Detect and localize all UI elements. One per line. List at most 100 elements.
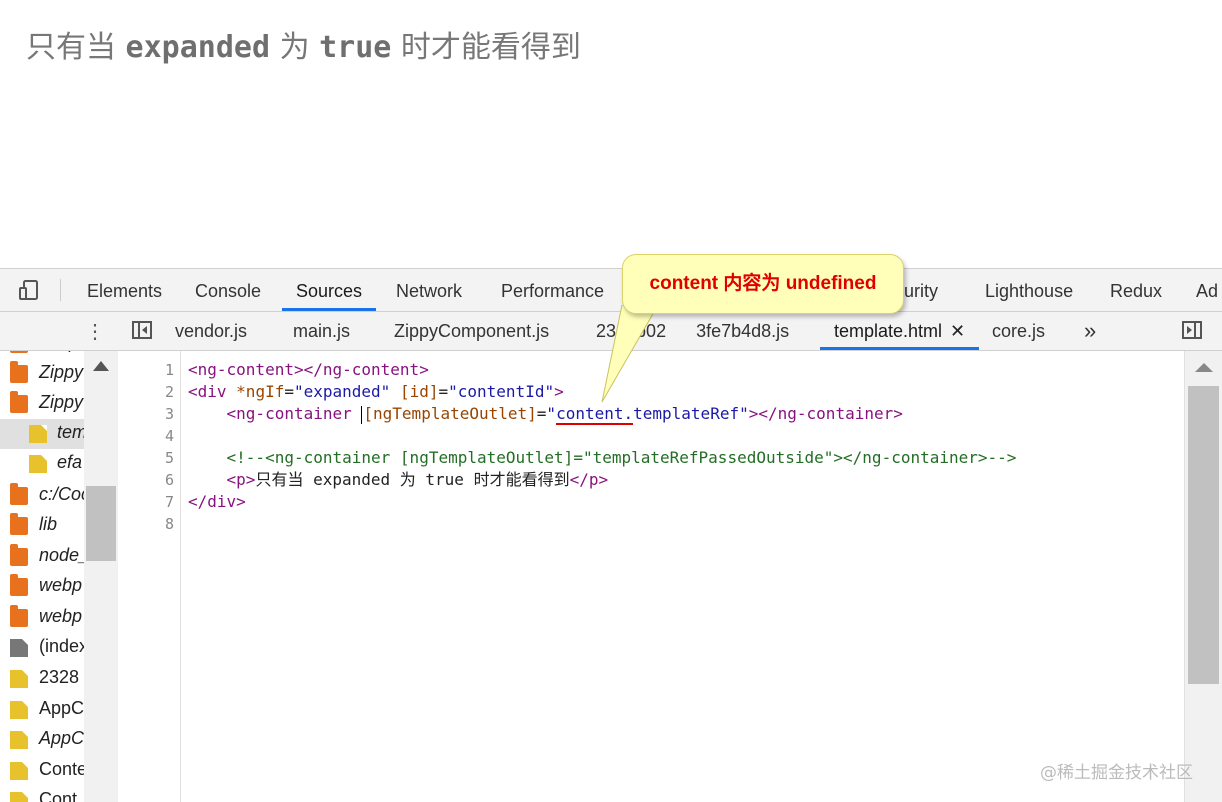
tree-item[interactable]: node_ [0,542,84,572]
code-token: " [739,404,749,423]
code-token: [id] [390,382,439,401]
tab-performance[interactable]: Performance [501,269,604,311]
tree-item-label: node_ [39,545,84,565]
tab-network[interactable]: Network [396,269,462,311]
code-token: " [546,404,557,423]
folder-icon [10,391,28,413]
tab-lighthouse[interactable]: Lighthouse [985,269,1073,311]
toggle-navigator-icon[interactable] [132,321,152,339]
line-number[interactable]: 4 [134,425,174,447]
tree-item[interactable]: temp [0,351,84,359]
tree-item-label: temp [39,351,79,353]
line-number[interactable]: 6 [134,469,174,491]
tree-item-label: Cont [39,789,78,802]
folder-icon [10,544,28,566]
code-token: "expanded" [293,382,391,401]
editor-tab-template-html[interactable]: template.html ✕ [820,312,980,350]
tree-item[interactable]: Conte [0,756,84,786]
tree-item-label: (index [39,636,84,656]
close-tab-icon[interactable]: ✕ [950,321,965,341]
tree-item[interactable]: 2328 [0,664,84,694]
line-number-gutter: 1 2 3 4 5 6 7 8 [118,351,181,802]
tree-item[interactable]: AppC [0,725,84,755]
file-icon [10,670,28,688]
tree-item-selected[interactable]: tem [0,419,84,449]
tree-item[interactable]: Zippy [0,389,84,419]
heading-code-expanded: expanded [125,30,271,65]
file-icon [10,731,28,749]
code-line-3: <ng-container [ngTemplateOutlet]="conten… [188,403,903,425]
code-token: = [438,382,449,401]
tree-item[interactable]: AppC [0,695,84,725]
tree-item[interactable]: Cont [0,786,84,802]
tree-item[interactable]: efa [0,449,84,479]
line-number[interactable]: 7 [134,491,174,513]
tree-item-label: Conte [39,759,84,779]
scroll-up-icon[interactable] [93,361,109,371]
editor-tab-main-js[interactable]: main.js [293,312,350,350]
tree-item-label: Zippy [39,362,84,382]
code-token: = [536,404,547,423]
code-token: </p> [569,470,609,489]
tab-security[interactable]: urity [904,269,938,311]
folder-icon [10,351,28,353]
line-number[interactable]: 8 [134,513,174,535]
tree-item[interactable]: Zippy [0,359,84,389]
tab-console[interactable]: Console [195,269,261,311]
tree-item-label: webp [39,606,83,626]
scroll-up-icon[interactable] [1195,363,1213,372]
editor-tab-label: 3fe7b4d8.js [696,321,790,341]
page-heading: 只有当 expanded 为 true 时才能看得到 [26,22,581,66]
tab-redux[interactable]: Redux [1110,269,1162,311]
code-token: </ng-container> [758,404,903,423]
line-number[interactable]: 3 [134,403,174,425]
heading-suffix: 时才能看得到 [391,30,581,65]
code-line-5: <!--<ng-container [ngTemplateOutlet]="te… [188,447,1017,469]
file-icon [10,762,28,780]
code-token: "contentId" [448,382,555,401]
tab-adblock[interactable]: Ad [1196,269,1218,311]
toggle-debugger-icon[interactable] [1182,321,1202,339]
callout-text: content 内容为 undefined [649,273,877,294]
tree-item[interactable]: webp [0,572,84,602]
tree-item[interactable]: webp [0,603,84,633]
tree-item[interactable]: lib [0,511,84,541]
device-toggle-icon[interactable] [18,279,40,301]
code-comment: <!--<ng-container [ngTemplateOutlet]="te… [226,448,1017,467]
scroll-thumb[interactable] [1188,386,1219,684]
line-number[interactable]: 5 [134,447,174,469]
tab-elements[interactable]: Elements [87,269,162,311]
heading-code-true: true [319,30,392,65]
tree-item-label: AppC [39,698,84,718]
underlined-content-token: content. [556,404,634,425]
tree-item-label: webp [39,575,83,595]
editor-tab-core-js[interactable]: core.js [992,312,1045,350]
folder-icon [10,574,28,596]
tab-sources[interactable]: Sources [282,269,377,311]
scroll-thumb[interactable] [86,486,116,561]
editor-scrollbar[interactable] [1184,351,1222,802]
code-token: <ng-content> [188,360,304,379]
tree-item[interactable]: c:/Coc [0,481,84,511]
tree-item[interactable]: (index [0,633,84,663]
folder-icon [10,605,28,627]
line-number[interactable]: 1 [134,359,174,381]
code-token: *ngIf [236,382,285,401]
editor-tab-zippycomponent-js[interactable]: ZippyComponent.js [394,312,549,350]
navigator-scrollbar[interactable] [84,351,118,802]
heading-mid: 为 [270,30,320,65]
code-line-2: <div *ngIf="expanded" [id]="contentId"> [188,381,564,403]
tree-item-label: efa [57,452,83,472]
editor-tab-vendor-js[interactable]: vendor.js [175,312,247,350]
more-options-icon[interactable]: ⋮ [85,320,105,344]
line-number[interactable]: 2 [134,381,174,403]
code-text: 只有当 expanded 为 true 时才能看得到 [255,470,570,489]
folder-icon [10,361,28,383]
code-token: </ng-content> [303,360,429,379]
code-token: <p> [226,470,256,489]
code-editor[interactable]: 1 2 3 4 5 6 7 8 <ng-content></ng-content… [118,351,1222,802]
code-token: [ngTemplateOutlet] [363,404,537,423]
callout-pointer [601,305,659,403]
more-tabs-icon[interactable]: » [1084,312,1096,350]
